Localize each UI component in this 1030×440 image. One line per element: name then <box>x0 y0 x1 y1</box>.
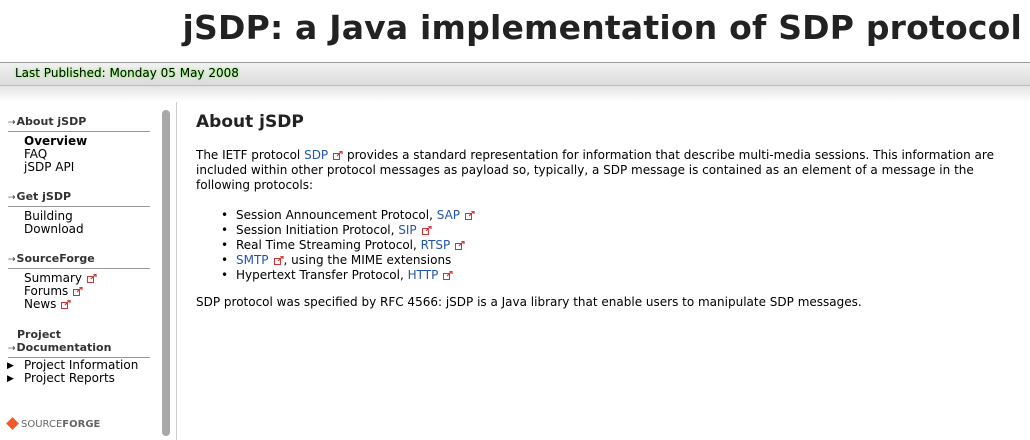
list-item: Hypertext Transfer Protocol, HTTP <box>196 268 475 283</box>
collapsed-triangle-icon[interactable]: ▶ <box>7 373 14 386</box>
http-link[interactable]: HTTP <box>408 268 439 282</box>
rtsp-link[interactable]: RTSP <box>421 238 451 252</box>
published-bar: Last Published: Monday 05 May 2008 <box>0 62 1030 86</box>
sip-link[interactable]: SIP <box>398 223 416 237</box>
page-header: jSDP: a Java implementation of SDP proto… <box>0 0 1030 62</box>
list-item: Session Initiation Protocol, SIP <box>196 223 475 238</box>
sap-link[interactable]: SAP <box>437 208 460 222</box>
arrow-icon: ⇢ <box>8 255 16 265</box>
sidebar-item-download[interactable]: Download <box>24 223 84 236</box>
arrow-icon: ⇢ <box>8 118 16 128</box>
external-link-icon <box>443 271 453 280</box>
intro-line-1: The IETF protocol SDP provides a standar… <box>196 148 994 162</box>
menu-heading-sourceforge: ⇢SourceForge <box>8 252 150 269</box>
sourceforge-logo[interactable]: SOURCEFORGE <box>6 417 100 430</box>
sidebar-item-project-reports[interactable]: Project Reports <box>24 372 115 385</box>
sidebar: ⇢About jSDP Overview FAQ jSDP API ⇢Get j… <box>0 102 177 440</box>
external-link-icon <box>273 256 284 265</box>
external-link-icon <box>61 300 72 309</box>
menu-heading-project-line1: Project <box>17 328 62 341</box>
sourceforge-diamond-icon <box>6 417 19 430</box>
arrow-icon: ⇢ <box>8 344 16 354</box>
collapsed-triangle-icon[interactable]: ▶ <box>7 360 14 373</box>
menu-heading-about: ⇢About jSDP <box>8 115 150 132</box>
external-link-icon <box>421 226 432 235</box>
external-link-icon <box>73 287 83 296</box>
intro-line-3: following protocols: <box>196 178 314 192</box>
menu-heading-get: ⇢Get jSDP <box>8 190 150 207</box>
intro-line-2: included within other protocol messages … <box>196 163 974 177</box>
smtp-link[interactable]: SMTP <box>236 253 269 267</box>
external-link-icon <box>87 274 97 283</box>
list-item: Session Announcement Protocol, SAP <box>196 208 475 223</box>
page-heading: About jSDP <box>196 112 304 132</box>
protocol-list: Session Announcement Protocol, SAP Sessi… <box>196 208 475 283</box>
sidebar-item-news[interactable]: News <box>24 298 72 311</box>
external-link-icon <box>455 241 465 250</box>
external-link-icon <box>465 211 475 220</box>
sdp-link[interactable]: SDP <box>304 148 328 162</box>
sidebar-item-jsdp-api[interactable]: jSDP API <box>24 161 74 174</box>
list-item: SMTP, using the MIME extensions <box>196 253 475 268</box>
site-title: jSDP: a Java implementation of SDP proto… <box>182 8 1022 47</box>
last-published-text: Last Published: Monday 05 May 2008 <box>15 66 239 80</box>
closing-paragraph: SDP protocol was specified by RFC 4566: … <box>196 295 862 309</box>
external-link-icon <box>333 151 343 160</box>
menu-heading-project-docs: ⇢Documentation <box>8 341 150 358</box>
sidebar-scrollbar[interactable] <box>162 110 170 436</box>
list-item: Real Time Streaming Protocol, RTSP <box>196 238 475 253</box>
arrow-icon: ⇢ <box>8 193 16 203</box>
